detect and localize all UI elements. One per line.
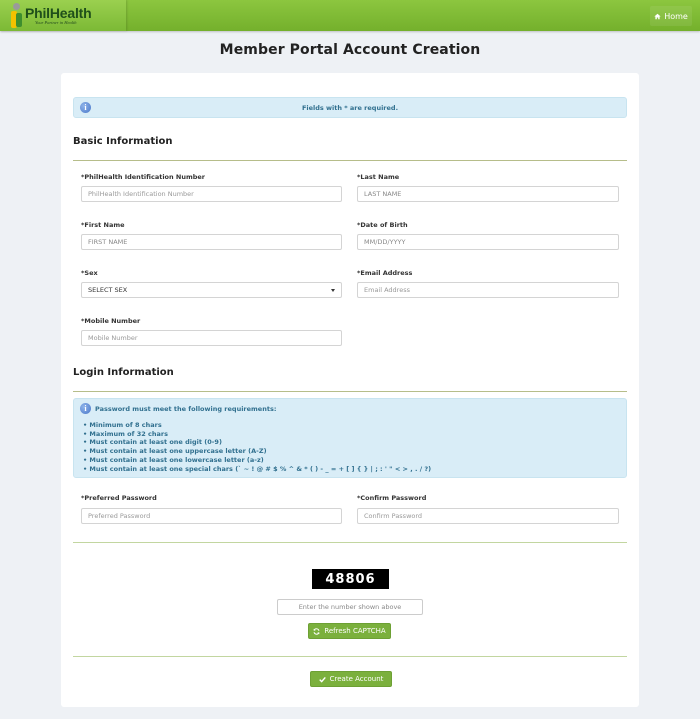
home-icon [654, 13, 661, 19]
sex-select[interactable]: SELECT SEX [81, 282, 342, 298]
first-name-input[interactable]: FIRST NAME [81, 234, 342, 250]
password-requirements: i Password must meet the following requi… [73, 398, 627, 478]
pin-input[interactable]: PhilHealth Identification Number [81, 186, 342, 202]
password-rule: Must contain at least one special chars … [83, 465, 431, 474]
create-account-label: Create Account [329, 675, 384, 683]
captcha-image: 48806 [312, 569, 389, 589]
password-input[interactable]: Preferred Password [81, 508, 342, 524]
home-label: Home [664, 11, 688, 21]
email-input[interactable]: Email Address [357, 282, 619, 298]
divider [73, 656, 627, 657]
required-fields-notice: i Fields with * are required. [73, 97, 627, 118]
mobile-label: *Mobile Number [81, 317, 141, 325]
last-name-input[interactable]: LAST NAME [357, 186, 619, 202]
password-rule: Must contain at least one uppercase lett… [83, 447, 431, 456]
refresh-icon [313, 627, 320, 635]
refresh-captcha-button[interactable]: Refresh CAPTCHA [308, 623, 391, 639]
divider [73, 391, 627, 392]
last-name-label: *Last Name [357, 173, 400, 181]
info-icon: i [80, 403, 91, 414]
divider [73, 542, 627, 543]
create-account-button[interactable]: Create Account [310, 671, 392, 687]
confirm-password-input[interactable]: Confirm Password [357, 508, 619, 524]
home-button[interactable]: Home [650, 6, 692, 26]
dob-label: *Date of Birth [357, 221, 408, 229]
password-rule: Maximum of 32 chars [83, 430, 431, 439]
password-rule: Minimum of 8 chars [83, 421, 431, 430]
pin-label: *PhilHealth Identification Number [81, 173, 206, 181]
section-title-login: Login Information [73, 367, 174, 378]
password-rules-list: Minimum of 8 chars Maximum of 32 chars M… [83, 421, 431, 473]
section-title-basic: Basic Information [73, 136, 173, 147]
logo-tagline: Your Partner in Health [35, 20, 77, 25]
logo-text: PhilHealth [25, 5, 92, 21]
password-label: *Preferred Password [81, 494, 157, 502]
registration-form: i Fields with * are required. Basic Info… [61, 73, 639, 707]
top-navbar: PhilHealth Your Partner in Health Home [0, 0, 700, 31]
email-label: *Email Address [357, 269, 413, 277]
caret-down-icon [331, 289, 335, 292]
password-rule: Must contain at least one digit (0-9) [83, 438, 431, 447]
captcha-input[interactable]: Enter the number shown above [277, 599, 423, 615]
mobile-input[interactable]: Mobile Number [81, 330, 342, 346]
notice-text: Fields with * are required. [301, 104, 399, 112]
logo-figure-icon [11, 3, 23, 29]
password-rules-heading: Password must meet the following require… [95, 405, 277, 413]
check-icon [318, 676, 326, 683]
first-name-label: *First Name [81, 221, 125, 229]
sex-label: *Sex [81, 269, 98, 277]
divider [73, 160, 627, 161]
sex-selected-value: SELECT SEX [88, 286, 128, 294]
dob-input[interactable]: MM/DD/YYYY [357, 234, 619, 250]
refresh-captcha-label: Refresh CAPTCHA [324, 627, 386, 635]
confirm-password-label: *Confirm Password [357, 494, 427, 502]
philhealth-logo[interactable]: PhilHealth Your Partner in Health [0, 0, 126, 31]
page-title: Member Portal Account Creation [219, 42, 481, 58]
password-rule: Must contain at least one lowercase lett… [83, 456, 431, 465]
